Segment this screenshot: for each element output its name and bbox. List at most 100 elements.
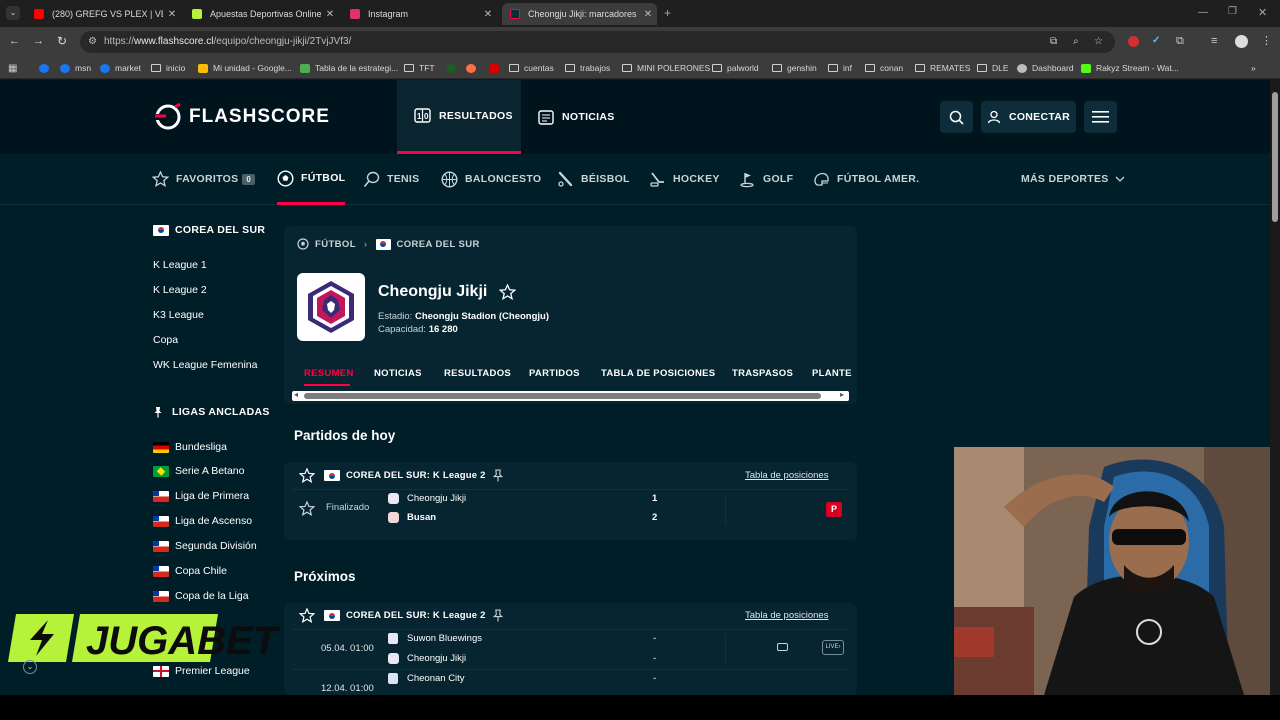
extensions-puzzle-icon[interactable]: ⧉ bbox=[1176, 35, 1184, 48]
nav-noticias[interactable]: NOTICIAS bbox=[538, 80, 615, 154]
nav-baloncesto[interactable]: BALONCESTO bbox=[441, 154, 541, 204]
bookmark-genshin[interactable]: genshin bbox=[772, 61, 817, 75]
site-info-icon[interactable]: ⚙ bbox=[88, 31, 97, 53]
pinned-copa-de-la-liga[interactable]: Copa de la Liga bbox=[153, 590, 249, 602]
bookmark-rakyz[interactable]: Rakyz Stream - Wat... bbox=[1081, 61, 1179, 75]
tab-resumen[interactable]: RESUMEN bbox=[304, 368, 354, 379]
sidebar-league-k2[interactable]: K League 2 bbox=[153, 284, 207, 296]
bookmark-inf[interactable]: inf bbox=[828, 61, 852, 75]
bookmark-remates[interactable]: REMATES bbox=[915, 61, 970, 75]
live-stream-button[interactable]: LIVE› bbox=[822, 640, 844, 655]
apps-grid-icon[interactable]: ▦ bbox=[8, 61, 17, 75]
nav-golf[interactable]: GOLF bbox=[739, 154, 793, 204]
nav-favoritos[interactable]: FAVORITOS 0 bbox=[152, 154, 256, 204]
pinned-copa-chile[interactable]: Copa Chile bbox=[153, 565, 227, 577]
bookmark-palworld[interactable]: palworld bbox=[712, 61, 759, 75]
bookmark-icon-c[interactable] bbox=[489, 61, 504, 75]
page-scrollbar[interactable] bbox=[1270, 80, 1280, 695]
pinned-segunda-division[interactable]: Segunda División bbox=[153, 540, 257, 552]
forward-arrow-icon[interactable]: → bbox=[33, 35, 44, 47]
match-row[interactable]: 05.04. 01:00 Suwon Bluewings Cheongju Ji… bbox=[284, 630, 857, 668]
tab-plantel[interactable]: PLANTE bbox=[812, 368, 852, 379]
bookmark-dle[interactable]: DLE bbox=[977, 61, 1009, 75]
nav-futbol-americano[interactable]: FÚTBOL AMER. bbox=[813, 154, 919, 204]
sidebar-league-k3[interactable]: K3 League bbox=[153, 309, 204, 321]
browser-tab-2[interactable]: Apuestas Deportivas Online en ✕ bbox=[184, 3, 339, 25]
scroll-right-arrow-icon[interactable]: ▸ bbox=[840, 390, 844, 399]
sidebar-league-k1[interactable]: K League 1 bbox=[153, 259, 207, 271]
bookmark-msn[interactable]: msn bbox=[60, 61, 91, 75]
bookmark-icon-a[interactable] bbox=[446, 61, 461, 75]
pinned-serie-a-betano[interactable]: Serie A Betano bbox=[153, 465, 244, 477]
tab-tabla-de-posiciones[interactable]: TABLA DE POSICIONES bbox=[601, 368, 715, 379]
browser-tab-1[interactable]: (280) GREFG VS PLEX | VELADA ✕ bbox=[26, 3, 181, 25]
bookmark-market[interactable]: market bbox=[100, 61, 141, 75]
close-tab-icon[interactable]: ✕ bbox=[639, 9, 657, 20]
more-bookmarks-icon[interactable]: » bbox=[1251, 61, 1256, 75]
nav-beisbol[interactable]: BÉISBOL bbox=[557, 154, 630, 204]
pinned-liga-de-primera[interactable]: Liga de Primera bbox=[153, 490, 249, 502]
standings-link[interactable]: Tabla de posiciones bbox=[745, 610, 828, 621]
zoom-icon[interactable]: ⌕ bbox=[1073, 31, 1079, 53]
tab-search-chevron-icon[interactable]: ⌄ bbox=[6, 6, 20, 20]
minimize-icon[interactable]: — bbox=[1198, 7, 1208, 18]
favorite-star-icon[interactable] bbox=[499, 284, 517, 300]
profile-avatar-icon[interactable] bbox=[1235, 35, 1248, 48]
pinned-liga-de-ascenso[interactable]: Liga de Ascenso bbox=[153, 515, 252, 527]
install-app-icon[interactable]: ⧉ bbox=[1050, 31, 1057, 53]
breadcrumb-country-link[interactable]: COREA DEL SUR bbox=[397, 239, 480, 250]
match-row[interactable]: Finalizado Cheongju Jikji Busan 1 2 P bbox=[284, 490, 857, 528]
url-field[interactable]: ⚙ https://www.flashscore.cl/equipo/cheon… bbox=[80, 31, 1115, 53]
tab-traspasos[interactable]: TRASPASOS bbox=[732, 368, 793, 379]
bookmark-inicio[interactable]: inicio bbox=[151, 61, 185, 75]
bookmark-tft[interactable]: TFT bbox=[404, 61, 435, 75]
standings-link[interactable]: Tabla de posiciones bbox=[745, 470, 828, 481]
tab-resultados[interactable]: RESULTADOS bbox=[444, 368, 511, 379]
close-window-icon[interactable]: ✕ bbox=[1258, 6, 1267, 19]
tabs-scrollbar-thumb[interactable] bbox=[304, 393, 821, 399]
bookmark-tabla[interactable]: Tabla de la estrategi... bbox=[300, 61, 398, 75]
league-name[interactable]: COREA DEL SUR: K League 2 bbox=[346, 470, 486, 481]
tv-icon[interactable] bbox=[777, 643, 788, 651]
hamburger-menu-button[interactable] bbox=[1084, 101, 1117, 133]
sidebar-league-copa[interactable]: Copa bbox=[153, 334, 178, 346]
nav-resultados[interactable]: 10 RESULTADOS bbox=[397, 80, 521, 154]
reload-icon[interactable]: ↻ bbox=[57, 34, 67, 48]
close-tab-icon[interactable]: ✕ bbox=[163, 9, 181, 20]
pin-league-icon[interactable] bbox=[492, 609, 504, 622]
flashscore-logo[interactable]: FLASHSCORE bbox=[153, 102, 330, 132]
extension-1-icon[interactable] bbox=[1128, 36, 1139, 47]
connect-button[interactable]: CONECTAR bbox=[981, 101, 1076, 133]
tab-partidos[interactable]: PARTIDOS bbox=[529, 368, 580, 379]
sidebar-country-header[interactable]: COREA DEL SUR bbox=[153, 224, 265, 236]
bookmark-facebook[interactable] bbox=[39, 61, 54, 75]
sidebar-league-wk[interactable]: WK League Femenina bbox=[153, 359, 257, 371]
scroll-down-chevron-icon[interactable]: ⌄ bbox=[23, 660, 37, 674]
tabs-scrollbar[interactable]: ◂ ▸ bbox=[292, 390, 849, 401]
match-row[interactable]: 12.04. 01:00 Cheonan City - bbox=[284, 670, 857, 695]
close-tab-icon[interactable]: ✕ bbox=[479, 9, 497, 20]
close-tab-icon[interactable]: ✕ bbox=[321, 9, 339, 20]
nav-tenis[interactable]: TENIS bbox=[363, 154, 419, 204]
bookmark-trabajos[interactable]: trabajos bbox=[565, 61, 610, 75]
pinned-bundesliga[interactable]: Bundesliga bbox=[153, 441, 227, 453]
nav-hockey[interactable]: HOCKEY bbox=[649, 154, 720, 204]
match-favorite-star-icon[interactable] bbox=[299, 501, 315, 516]
nav-futbol[interactable]: FÚTBOL bbox=[277, 154, 346, 205]
league-name[interactable]: COREA DEL SUR: K League 2 bbox=[346, 610, 486, 621]
bookmark-mini-poleron[interactable]: MINI POLERONES bbox=[622, 61, 710, 75]
maximize-icon[interactable]: ❐ bbox=[1228, 6, 1237, 17]
pin-league-icon[interactable] bbox=[492, 469, 504, 482]
browser-menu-icon[interactable]: ⋮ bbox=[1261, 34, 1272, 47]
tab-noticias[interactable]: NOTICIAS bbox=[374, 368, 422, 379]
bookmark-conan[interactable]: conan bbox=[865, 61, 903, 75]
browser-tab-4-active[interactable]: Cheongju Jikji: marcadores en ✕ bbox=[502, 3, 657, 25]
scroll-left-arrow-icon[interactable]: ◂ bbox=[294, 390, 298, 399]
league-favorite-star-icon[interactable] bbox=[299, 468, 315, 483]
reading-list-icon[interactable]: ≡ bbox=[1211, 35, 1217, 47]
pinned-premier-league[interactable]: Premier League bbox=[153, 665, 250, 677]
search-button[interactable] bbox=[940, 101, 973, 133]
new-tab-plus-icon[interactable]: + bbox=[664, 6, 671, 20]
nav-mas-deportes[interactable]: MÁS DEPORTES bbox=[1021, 154, 1125, 204]
extension-2-icon[interactable]: ✓ bbox=[1152, 35, 1160, 46]
